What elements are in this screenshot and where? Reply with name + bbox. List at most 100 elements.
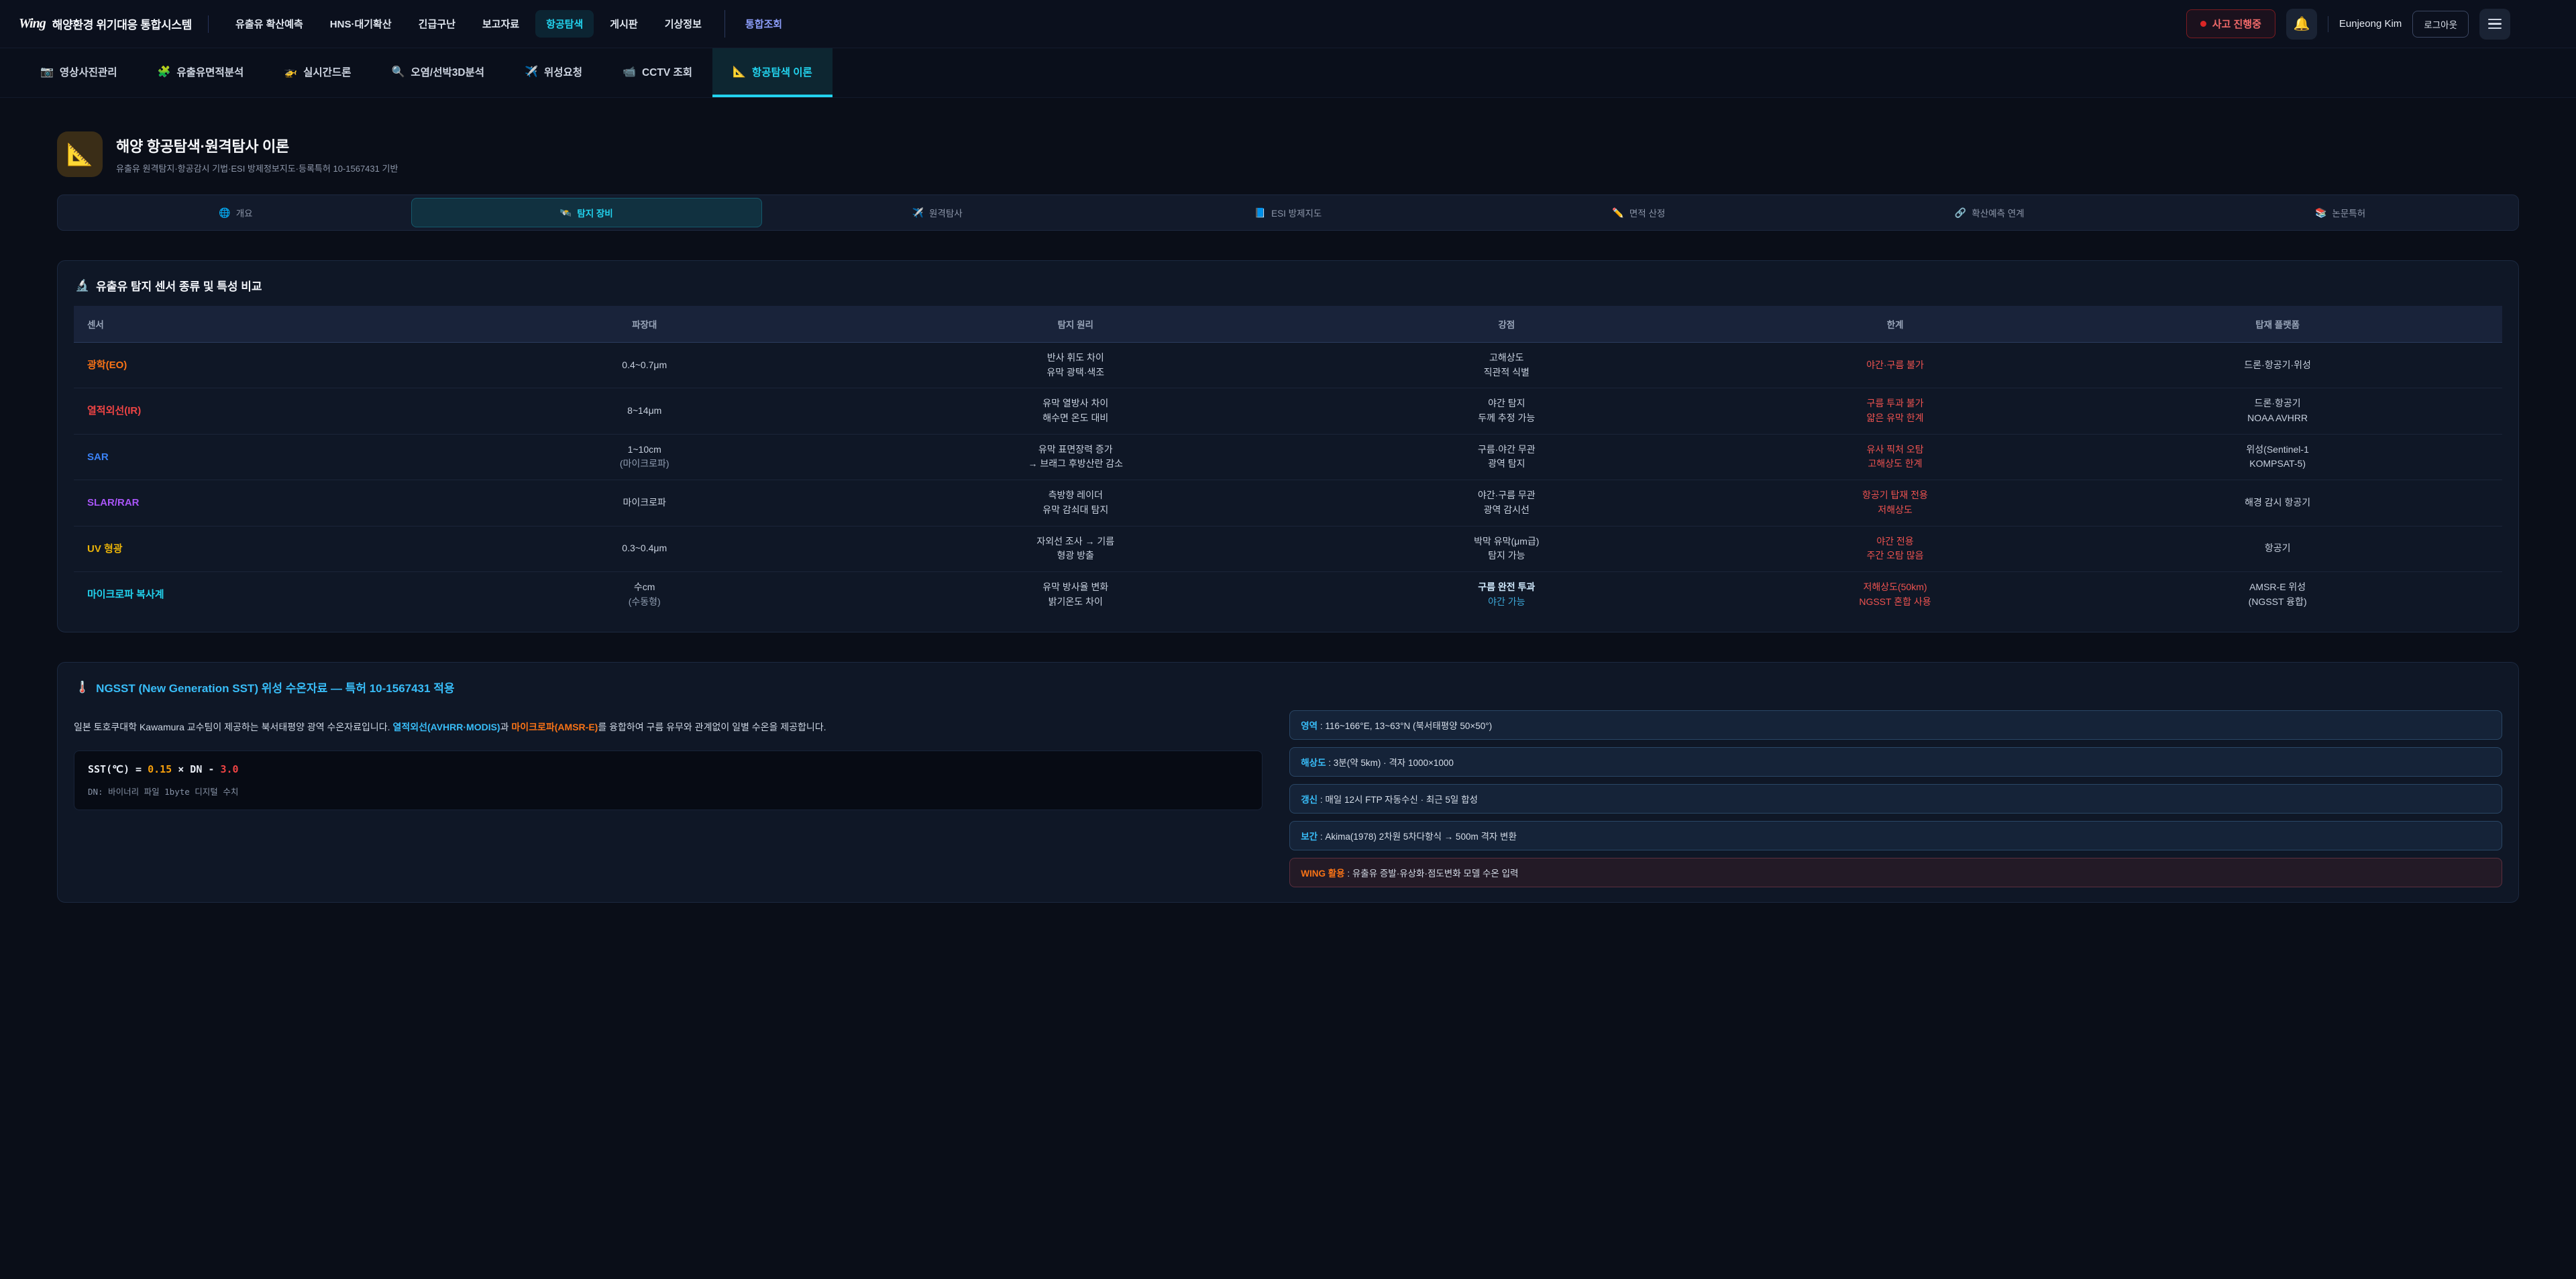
- subnav-item-label: 실시간드론: [303, 64, 351, 79]
- book-icon: 📘: [1254, 207, 1266, 219]
- ngsst-title-text: NGSST (New Generation SST) 위성 수온자료 — 특허 …: [96, 679, 454, 696]
- subnav-item[interactable]: 🚁 실시간드론: [264, 48, 371, 97]
- column-header: 탐지 원리: [875, 306, 1276, 343]
- spec-item: 해상도 : 3분(약 5km) · 격자 1000×1000: [1289, 747, 2502, 777]
- sensor-name-cell: SAR: [74, 434, 414, 480]
- strength-cell: 야간·구름 무관광역 감시선: [1276, 480, 1737, 526]
- subnav-item[interactable]: 🔍오염/선박3D분석: [371, 48, 504, 97]
- incident-status-label: 사고 진행중: [2212, 17, 2261, 31]
- topbar-menu-item[interactable]: 기상정보: [654, 10, 712, 38]
- ngsst-description: 일본 토호쿠대학 Kawamura 교수팀이 제공하는 북서태평양 광역 수온자…: [74, 720, 1263, 736]
- platform-cell: 항공기: [2053, 526, 2502, 571]
- notification-bell-button[interactable]: 🔔: [2286, 9, 2317, 40]
- sensor-comparison-card: 🔬 유출유 탐지 센서 종류 및 특성 비교 센서파장대탐지 원리강점한계탑재 …: [57, 260, 2519, 632]
- page-subtitle: 유출유 원격탐지·항공감시 기법·ESI 방제정보지도·등록특허 10-1567…: [116, 162, 398, 174]
- desc-text: 일본 토호쿠대학 Kawamura 교수팀이 제공하는 북서태평양 광역 수온자…: [74, 722, 392, 732]
- platform-cell: 드론·항공기NOAA AVHRR: [2053, 388, 2502, 434]
- sensor-row: UV 형광0.3~0.4μm자외선 조사 → 기름형광 방출박막 유막(μm급)…: [74, 526, 2502, 571]
- desc-text: 를 융합하여 구름 유무와 관계없이 일별 수온을 제공합니다.: [598, 722, 826, 732]
- spec-value: : 116~166°E, 13~63°N (북서태평양 50×50°): [1318, 721, 1492, 731]
- page-header: 📐 해양 항공탐색·원격탐사 이론 유출유 원격탐지·항공감시 기법·ESI 방…: [57, 131, 2519, 177]
- spec-item: 갱신 : 매일 12시 FTP 자동수신 · 최근 5일 합성: [1289, 784, 2502, 814]
- spec-value: : Akima(1978) 2차원 5차다항식 → 500m 격자 변환: [1318, 832, 1517, 842]
- column-header: 탑재 플랫폼: [2053, 306, 2502, 343]
- tab-item[interactable]: 📚논문특허: [2165, 198, 2516, 227]
- subnav-item-label: 오염/선박3D분석: [411, 64, 484, 79]
- wavelength-cell: 0.4~0.7μm: [414, 343, 875, 388]
- hamburger-menu-button[interactable]: [2479, 9, 2510, 40]
- satellite-plane-icon: ✈️: [525, 65, 538, 78]
- limit-cell: 유사 픽처 오탐고해상도 한계: [1737, 434, 2053, 480]
- topbar-menu-item[interactable]: 긴급구난: [408, 10, 466, 38]
- platform-cell: 드론·항공기·위성: [2053, 343, 2502, 388]
- formula-lhs: SST(℃) =: [88, 763, 148, 775]
- limit-cell: 야간·구름 불가: [1737, 343, 2053, 388]
- subnav-item[interactable]: 🧩유출유면적분석: [137, 48, 264, 97]
- main-menu: 유출유 확산예측HNS·대기확산긴급구난보고자료항공탐색게시판기상정보 통합조회: [225, 10, 793, 38]
- subnav-item[interactable]: 📹CCTV 조회: [602, 48, 712, 97]
- spec-item: WING 활용 : 유출유 증발·유상화·점도변화 모델 수온 입력: [1289, 858, 2502, 887]
- status-dot-icon: [2200, 21, 2206, 27]
- topbar-menu-item[interactable]: 항공탐색: [535, 10, 594, 38]
- pencil-icon: ✏️: [1612, 207, 1623, 219]
- sensor-name-cell: SLAR/RAR: [74, 480, 414, 526]
- spec-label: 보간: [1301, 832, 1318, 842]
- column-header: 강점: [1276, 306, 1737, 343]
- tab-label: 탐지 장비: [577, 206, 612, 219]
- principle-cell: 측방향 레이더유막 감쇠대 탐지: [875, 480, 1276, 526]
- spec-item: 보간 : Akima(1978) 2차원 5차다항식 → 500m 격자 변환: [1289, 821, 2502, 850]
- strength-cell: 구름 완전 투과야간 가능: [1276, 571, 1737, 617]
- drone-icon: 🚁: [284, 65, 297, 78]
- sensor-table-head-row: 센서파장대탐지 원리강점한계탑재 플랫폼: [74, 306, 2502, 343]
- hamburger-icon: [2488, 19, 2502, 30]
- wavelength-cell: 수cm(수동형): [414, 571, 875, 617]
- topbar-menu-item[interactable]: 보고자료: [472, 10, 530, 38]
- limit-cell: 구름 투과 불가얇은 유막 한계: [1737, 388, 2053, 434]
- platform-cell: 해경 감시 항공기: [2053, 480, 2502, 526]
- link-icon: 🔗: [1955, 207, 1966, 219]
- ngsst-body: 일본 토호쿠대학 Kawamura 교수팀이 제공하는 북서태평양 광역 수온자…: [74, 710, 2502, 887]
- subnav-item[interactable]: ✈️위성요청: [504, 48, 602, 97]
- limit-cell: 저해상도(50km)NGSST 혼합 사용: [1737, 571, 2053, 617]
- desc-mw-highlight: 마이크로파(AMSR-E): [511, 722, 598, 732]
- spec-label: 영역: [1301, 721, 1318, 731]
- logout-button[interactable]: 로그아웃: [2412, 11, 2469, 38]
- wavelength-cell: 1~10cm(마이크로파): [414, 434, 875, 480]
- tab-active[interactable]: 🛰️탐지 장비: [411, 198, 762, 227]
- subnav-item-label: 영상사진관리: [60, 64, 117, 79]
- spec-value: : 유출유 증발·유상화·점도변화 모델 수온 입력: [1345, 869, 1519, 879]
- page-title: 해양 항공탐색·원격탐사 이론: [116, 135, 398, 156]
- topbar-menu-item[interactable]: 통합조회: [724, 10, 793, 38]
- tab-item[interactable]: ✏️면적 산정: [1463, 198, 1814, 227]
- sensor-row: SLAR/RAR마이크로파측방향 레이더유막 감쇠대 탐지야간·구름 무관광역 …: [74, 480, 2502, 526]
- subnav-item[interactable]: 📷 영상사진관리: [20, 48, 137, 97]
- ngsst-left-column: 일본 토호쿠대학 Kawamura 교수팀이 제공하는 북서태평양 광역 수온자…: [74, 710, 1263, 887]
- microscope-icon: 🔬: [75, 279, 89, 292]
- tab-label: 확산예측 연계: [1972, 206, 2024, 219]
- bell-icon: 🔔: [2293, 15, 2310, 32]
- column-header: 파장대: [414, 306, 875, 343]
- sst-formula: SST(℃) = 0.15 × DN - 3.0: [88, 763, 1248, 775]
- topbar-menu-item[interactable]: HNS·대기확산: [319, 10, 402, 38]
- desc-text: 과: [500, 722, 512, 732]
- principle-cell: 유막 방사율 변화밝기온도 차이: [875, 571, 1276, 617]
- ngsst-card: 🌡️ NGSST (New Generation SST) 위성 수온자료 — …: [57, 662, 2519, 903]
- globe-icon: 🌐: [219, 207, 230, 219]
- topbar-menu-item[interactable]: 게시판: [599, 10, 648, 38]
- tab-item[interactable]: ✈️원격탐사: [762, 198, 1113, 227]
- spec-value: : 매일 12시 FTP 자동수신 · 최근 5일 합성: [1318, 795, 1478, 805]
- sensor-name-cell: UV 형광: [74, 526, 414, 571]
- spec-label: WING 활용: [1301, 869, 1344, 879]
- tab-item[interactable]: 🔗 확산예측 연계: [1814, 198, 2165, 227]
- sensor-row: 열적외선(IR)8~14μm유막 열방사 차이해수면 온도 대비야간 탐지두께 …: [74, 388, 2502, 434]
- incident-status-badge: 사고 진행중: [2186, 9, 2275, 38]
- subnav-item[interactable]: 📐항공탐색 이론: [712, 48, 833, 97]
- triangle-ruler-icon: 📐: [57, 131, 103, 177]
- topbar-right: 사고 진행중 🔔 Eunjeong Kim 로그아웃: [2186, 9, 2557, 40]
- camera-icon: 📷: [40, 65, 54, 78]
- tab-item[interactable]: 🌐개요: [60, 198, 411, 227]
- tab-item[interactable]: 📘ESI 방제지도: [1113, 198, 1464, 227]
- principle-cell: 자외선 조사 → 기름형광 방출: [875, 526, 1276, 571]
- spec-label: 해상도: [1301, 758, 1326, 768]
- topbar-menu-item[interactable]: 유출유 확산예측: [225, 10, 314, 38]
